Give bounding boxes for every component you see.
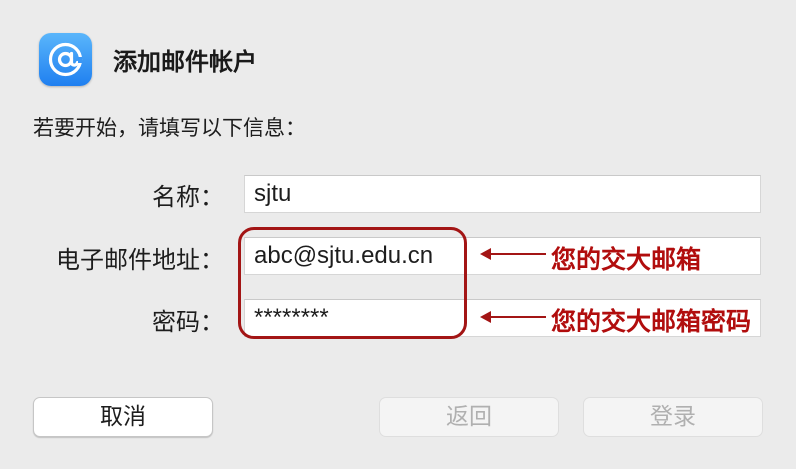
- name-input[interactable]: [244, 175, 761, 213]
- password-label: 密码：: [152, 308, 224, 336]
- back-button[interactable]: 返回: [379, 397, 559, 437]
- email-annotation: 您的交大邮箱: [551, 245, 702, 274]
- name-label: 名称：: [152, 183, 224, 211]
- email-label: 电子邮件地址：: [56, 246, 224, 274]
- at-sign-icon: [48, 42, 83, 77]
- credentials-highlight: [238, 227, 467, 339]
- password-annotation: 您的交大邮箱密码: [551, 307, 752, 336]
- arrow-left-icon: [480, 311, 546, 323]
- arrow-left-icon: [480, 248, 546, 260]
- dialog-title: 添加邮件帐户: [113, 48, 257, 76]
- mail-app-icon: [39, 33, 92, 86]
- login-button[interactable]: 登录: [583, 397, 763, 437]
- intro-text: 若要开始，请填写以下信息：: [33, 116, 306, 140]
- cancel-button[interactable]: 取消: [33, 397, 213, 437]
